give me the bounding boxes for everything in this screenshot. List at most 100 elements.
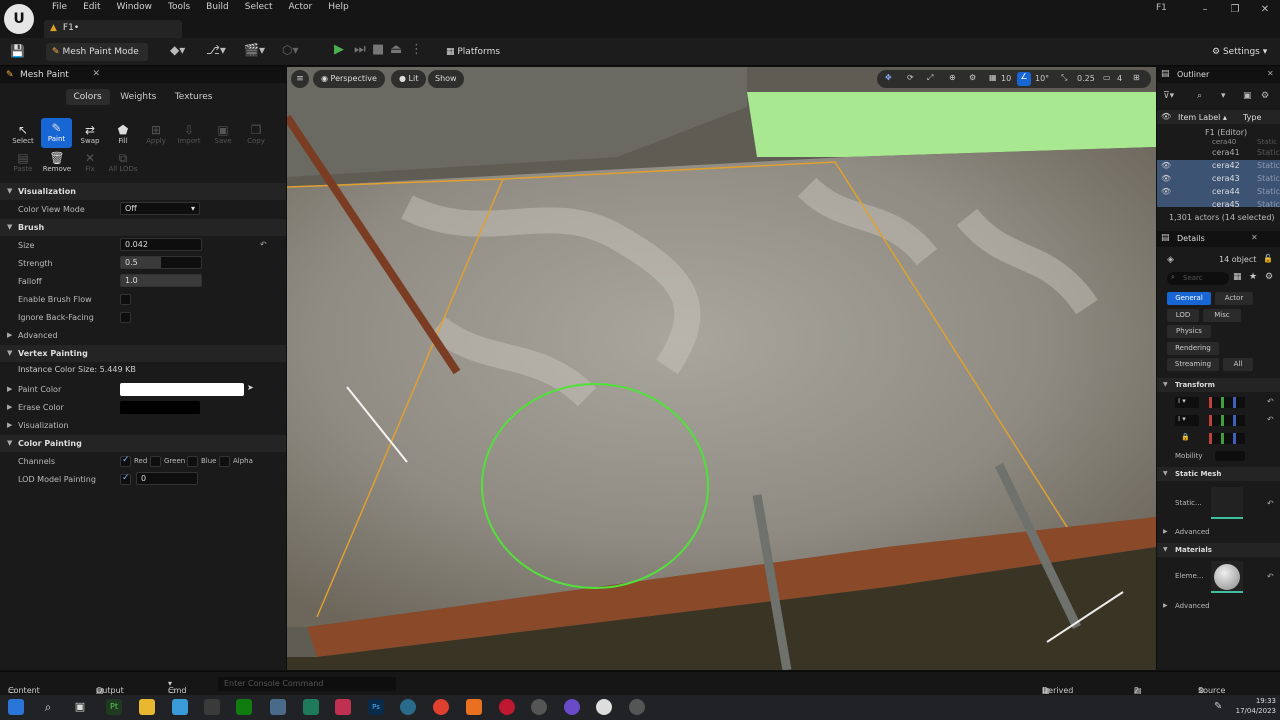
pt-app-icon[interactable]: Pt: [106, 699, 122, 715]
tool-apply[interactable]: ⊞ Apply: [140, 121, 172, 149]
app-clock-icon[interactable]: [629, 699, 645, 715]
app-circle-icon[interactable]: [400, 699, 416, 715]
eye-icon[interactable]: 👁: [1161, 187, 1171, 196]
menu-window[interactable]: Window: [109, 2, 161, 12]
menu-edit[interactable]: Edit: [75, 2, 108, 12]
eye-icon[interactable]: 👁: [1161, 174, 1171, 183]
grid-value[interactable]: 10: [1001, 74, 1011, 83]
angle-snap-icon[interactable]: ∠: [1017, 72, 1031, 86]
stop-icon[interactable]: ■: [372, 42, 384, 57]
col-item-label[interactable]: Item Label ▴: [1178, 113, 1227, 122]
grid-view-icon[interactable]: ▦: [1233, 272, 1242, 282]
color-view-dropdown[interactable]: Off ▾: [120, 202, 200, 215]
outliner-row-selected[interactable]: 👁 cera44 Static: [1157, 186, 1280, 199]
menu-select[interactable]: Select: [237, 2, 281, 12]
pen-icon[interactable]: ✎: [1214, 701, 1222, 712]
search-icon[interactable]: ⌕: [1197, 91, 1202, 101]
material-thumbnail[interactable]: [1211, 561, 1243, 593]
console-input[interactable]: Enter Console Command: [218, 677, 396, 691]
details-tab-actor[interactable]: Actor: [1215, 292, 1253, 305]
enable-flow-checkbox[interactable]: [120, 294, 131, 305]
step-icon[interactable]: ⏭: [354, 42, 366, 57]
red-checkbox[interactable]: [120, 455, 131, 467]
angle-value[interactable]: 10°: [1035, 74, 1049, 83]
cinematics-icon[interactable]: 🎬▾: [244, 43, 265, 57]
lock-icon[interactable]: 🔓: [1263, 254, 1273, 263]
tool-swap[interactable]: ⇄ Swap: [74, 121, 106, 149]
perspective-dropdown[interactable]: ◉ Perspective: [313, 70, 385, 88]
search-icon[interactable]: ⌕: [40, 699, 56, 715]
erase-color-swatch[interactable]: [120, 401, 200, 414]
menu-tools[interactable]: Tools: [160, 2, 198, 12]
details-tab-general[interactable]: General: [1167, 292, 1211, 305]
alpha-checkbox[interactable]: [219, 456, 230, 467]
row-advanced-materials[interactable]: ▶ Advanced: [1157, 599, 1280, 613]
app-gray-icon[interactable]: [531, 699, 547, 715]
store-icon[interactable]: [204, 699, 220, 715]
location-fields[interactable]: [1209, 397, 1245, 408]
details-tab-misc[interactable]: Misc: [1203, 309, 1241, 322]
unreal-logo-icon[interactable]: U: [4, 4, 34, 34]
rotate-icon[interactable]: ⟳: [907, 73, 914, 82]
details-tab-lod[interactable]: LOD: [1167, 309, 1199, 322]
cmd-dropdown[interactable]: ▭ Cmd ▾: [168, 679, 186, 695]
scale-snap-icon[interactable]: ⤡: [1061, 73, 1067, 83]
tool-paint[interactable]: ✎ Paint: [41, 118, 72, 148]
green-checkbox[interactable]: [150, 456, 161, 467]
chrome-icon[interactable]: [433, 699, 449, 715]
maximize-icon[interactable]: ❐: [1220, 0, 1250, 20]
section-brush[interactable]: ▼ Brush: [0, 219, 286, 236]
section-static-mesh[interactable]: ▼ Static Mesh: [1157, 467, 1280, 481]
outliner-row-selected[interactable]: 👁 cera42 Static: [1157, 160, 1280, 173]
mode-dropdown[interactable]: ✎Mesh Paint Mode ▾: [46, 43, 148, 75]
section-transform[interactable]: ▼ Transform: [1157, 378, 1280, 392]
close-details-icon[interactable]: ✕: [1251, 233, 1258, 242]
details-tab-all[interactable]: All: [1223, 358, 1253, 371]
close-panel-icon[interactable]: ✕: [92, 69, 100, 79]
chevron-down-icon[interactable]: ▾: [1221, 91, 1226, 101]
menu-actor[interactable]: Actor: [281, 2, 321, 12]
reset-icon[interactable]: ↶: [1267, 415, 1274, 424]
hamburger-icon[interactable]: ≡: [291, 70, 309, 88]
menu-help[interactable]: Help: [320, 2, 357, 12]
outliner-root[interactable]: F1 (Editor): [1205, 128, 1247, 137]
filter-icon[interactable]: ⊽▾: [1163, 91, 1174, 101]
modes-icon[interactable]: ⬡▾: [282, 43, 299, 57]
settings-dropdown[interactable]: ⚙ Settings ▾: [1206, 43, 1276, 61]
mesh-paint-tab[interactable]: ✎ Mesh Paint ✕: [0, 67, 286, 83]
mobility-toggle[interactable]: [1215, 451, 1245, 461]
section-color-painting[interactable]: ▼ Color Painting: [0, 435, 286, 452]
tool-select[interactable]: ↖ Select: [7, 121, 39, 149]
menu-file[interactable]: File: [44, 2, 75, 12]
tool-save[interactable]: ▣ Save: [207, 121, 239, 149]
camera-speed-icon[interactable]: ▭: [1103, 73, 1111, 82]
outliner-row[interactable]: cera41 Static: [1157, 147, 1280, 160]
location-dropdown[interactable]: I ▾: [1175, 397, 1199, 408]
clock-date[interactable]: 17/04/2023: [1230, 707, 1276, 715]
discord-icon[interactable]: [564, 699, 580, 715]
scale-fields[interactable]: [1209, 433, 1245, 444]
tool-paste[interactable]: ▤ Paste: [7, 151, 39, 175]
details-tab-rendering[interactable]: Rendering: [1167, 342, 1219, 355]
platforms-dropdown[interactable]: ▦ Platforms ▾: [440, 43, 510, 75]
paint-color-swatch[interactable]: [120, 383, 244, 396]
tool-all-lods[interactable]: ⧉ All LODs: [107, 151, 139, 175]
tool-fill[interactable]: ⬟ Fill: [107, 121, 139, 149]
reset-icon[interactable]: ↶: [1267, 397, 1274, 406]
menu-build[interactable]: Build: [198, 2, 237, 12]
lit-dropdown[interactable]: ● Lit: [391, 70, 427, 88]
details-search-input[interactable]: ⌕ Searc: [1167, 272, 1229, 285]
settings-icon[interactable]: ⚙: [1261, 91, 1269, 101]
maya-icon[interactable]: [303, 699, 319, 715]
tool-import[interactable]: ⇩ Import: [173, 121, 205, 149]
tab-weights[interactable]: Weights: [112, 89, 164, 105]
mail-icon[interactable]: [172, 699, 188, 715]
scale-lock-icon[interactable]: 🔒: [1181, 433, 1199, 444]
star-icon[interactable]: ★: [1249, 272, 1257, 282]
app-red-icon[interactable]: [499, 699, 515, 715]
gear-icon[interactable]: ⚙: [1265, 272, 1273, 282]
col-type[interactable]: Type: [1243, 113, 1261, 122]
row-vertex-visualization[interactable]: ▶ Visualization: [0, 416, 286, 434]
eyedropper-icon[interactable]: ➤: [247, 383, 254, 392]
app-m-icon[interactable]: [335, 699, 351, 715]
